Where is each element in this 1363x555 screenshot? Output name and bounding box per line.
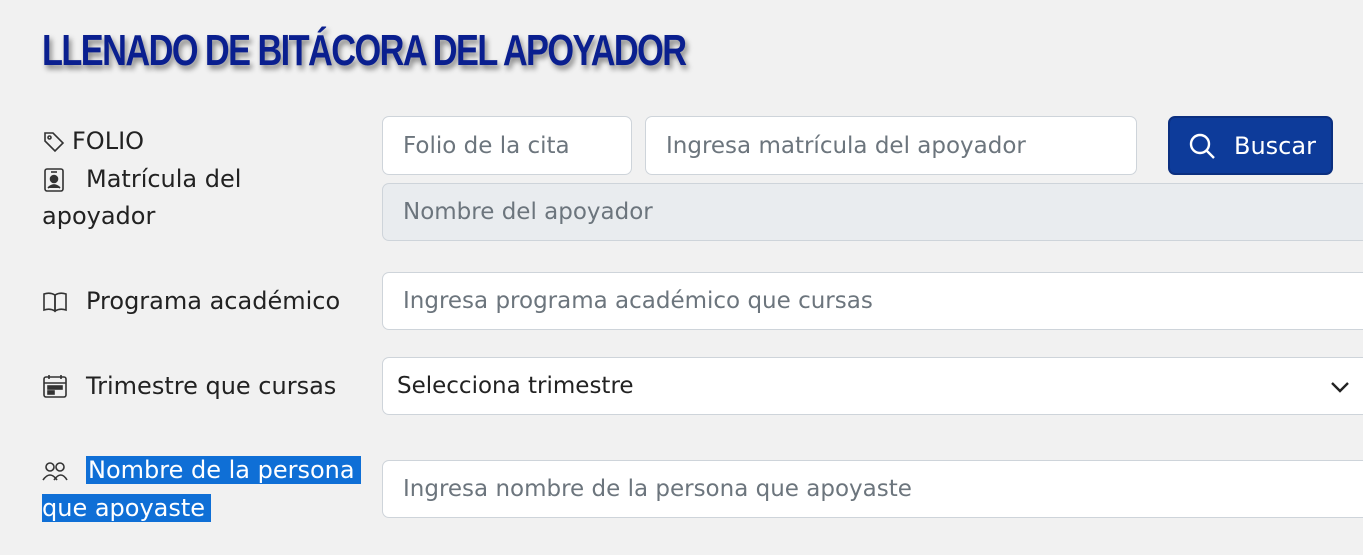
trimestre-label: Trimestre que cursas — [42, 367, 336, 405]
trimestre-label-text: Trimestre que cursas — [86, 372, 337, 400]
nombre-apoyador-field — [382, 183, 1363, 241]
search-button-label: Buscar — [1234, 131, 1316, 160]
calendar-icon — [42, 374, 68, 400]
matricula-label-line1: Matrícula del — [86, 165, 242, 193]
people-icon — [42, 460, 68, 482]
folio-label: FOLIO — [42, 122, 144, 160]
folio-input[interactable] — [382, 116, 632, 175]
search-button[interactable]: Buscar — [1168, 116, 1333, 175]
programa-input[interactable] — [382, 272, 1363, 330]
folio-label-text: FOLIO — [72, 127, 145, 155]
tag-icon — [42, 130, 66, 154]
person-badge-icon — [42, 167, 66, 193]
programa-label-text: Programa académico — [86, 287, 341, 315]
programa-label: Programa académico — [42, 282, 340, 320]
trimestre-selected-value: Selecciona trimestre — [397, 373, 634, 399]
persona-input[interactable] — [382, 460, 1363, 518]
matricula-input[interactable] — [645, 116, 1137, 175]
persona-label-line1: Nombre de la persona — [86, 456, 361, 484]
persona-label: Nombre de la persona — [42, 451, 361, 489]
chevron-down-icon — [1329, 376, 1351, 404]
matricula-label-line2: apoyador — [42, 202, 156, 230]
trimestre-select[interactable]: Selecciona trimestre — [382, 357, 1363, 415]
page-title: LLENADO DE BITÁCORA DEL APOYADOR — [42, 26, 687, 75]
book-icon — [42, 291, 68, 313]
persona-label-line2: que apoyaste — [42, 494, 212, 522]
matricula-label: Matrícula del — [42, 160, 241, 198]
search-icon — [1188, 132, 1216, 160]
persona-label-line2-wrap: que apoyaste — [42, 489, 212, 527]
